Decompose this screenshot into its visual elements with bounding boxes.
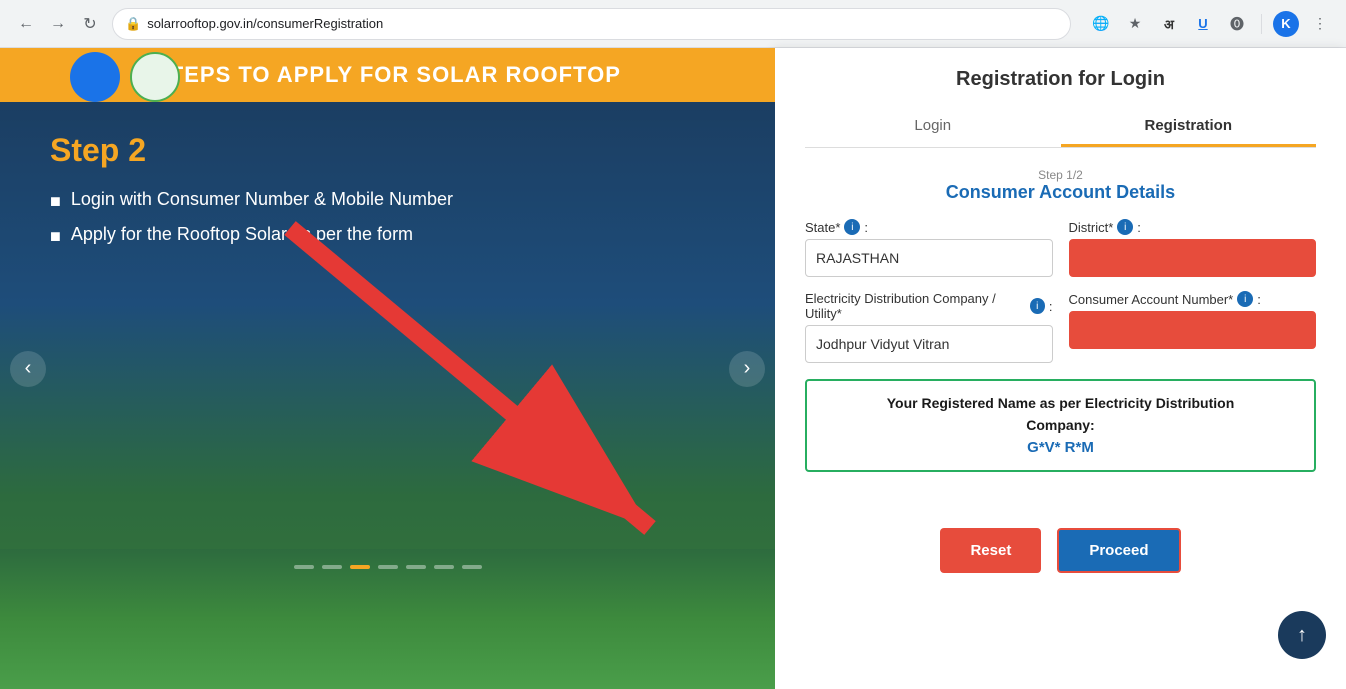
logo-1 [10,52,60,102]
step-title: Step 2 [50,132,725,169]
district-input[interactable] [1069,239,1317,277]
bookmark-icon[interactable]: ★ [1121,10,1149,38]
dot-3[interactable] [350,565,370,569]
profile-avatar: K [1273,11,1299,37]
bullet-1: ■ [50,191,61,212]
info-box-line2-text: Company: [1026,417,1094,433]
state-info-icon[interactable]: i [844,219,860,235]
info-box-line1-text: Your Registered Name as per Electricity … [887,395,1235,411]
translate-icon[interactable]: 🌐 [1087,10,1115,38]
reload-button[interactable]: ↻ [76,10,104,38]
electricity-label-text: Electricity Distribution Company / Utili… [805,291,1026,321]
bullet-2: ■ [50,226,61,247]
step-content: Step 2 ■ Login with Consumer Number & Mo… [0,102,775,289]
info-box-line2: Company: [821,417,1300,433]
state-label: State* i : [805,219,1053,235]
state-label-text: State* [805,220,840,235]
right-panel: Registration for Login Login Registratio… [775,48,1346,689]
state-field-group: State* i : [805,219,1053,277]
button-row: Reset Proceed [775,518,1346,593]
logo-2 [70,52,120,102]
tab-login-label: Login [914,117,951,134]
profile-picture-icon[interactable]: K [1272,10,1300,38]
electricity-label: Electricity Distribution Company / Utili… [805,291,1053,321]
chevron-right-icon: › [744,357,751,380]
form-container: Registration for Login Login Registratio… [775,48,1346,518]
back-button[interactable]: ← [12,10,40,38]
hindi-text-icon: अ [1155,10,1183,38]
more-options-icon[interactable]: ⋮ [1306,10,1334,38]
district-label-text: District* [1069,220,1114,235]
extensions-icon[interactable]: ⓿ [1223,10,1251,38]
electricity-input[interactable] [805,325,1053,363]
step-item-1: ■ Login with Consumer Number & Mobile Nu… [50,189,725,212]
dot-6[interactable] [434,565,454,569]
steps-header-text: STEPS TO APPLY FOR SOLAR ROOFTOP [154,62,621,87]
state-colon: : [864,220,868,235]
electricity-info-icon[interactable]: i [1030,298,1045,314]
consumer-account-label-text: Consumer Account Number* [1069,292,1234,307]
tab-registration[interactable]: Registration [1061,107,1317,147]
info-box: Your Registered Name as per Electricity … [805,379,1316,472]
forward-button[interactable]: → [44,10,72,38]
tabs: Login Registration [805,107,1316,148]
proceed-button[interactable]: Proceed [1057,528,1180,573]
consumer-account-colon: : [1257,292,1261,307]
scroll-top-button[interactable]: ↑ [1278,611,1326,659]
top-logos [0,48,190,106]
browser-icons: 🌐 ★ अ U ⓿ K ⋮ [1087,10,1334,38]
url-input[interactable] [147,16,1058,31]
reset-button[interactable]: Reset [940,528,1041,573]
dot-7[interactable] [462,565,482,569]
district-field-group: District* i : [1069,219,1317,277]
divider [1261,14,1262,34]
step-item-1-text: Login with Consumer Number & Mobile Numb… [71,189,453,210]
electricity-field-group: Electricity Distribution Company / Utili… [805,291,1053,363]
chevron-left-icon: ‹ [25,357,32,380]
district-colon: : [1137,220,1141,235]
carousel-next-button[interactable]: › [729,351,765,387]
tab-login[interactable]: Login [805,107,1061,147]
step-num: Step 1/2 [805,168,1316,182]
dot-5[interactable] [406,565,426,569]
step-label: Consumer Account Details [805,182,1316,203]
electricity-consumer-row: Electricity Distribution Company / Utili… [805,291,1316,363]
left-panel: STEPS TO APPLY FOR SOLAR ROOFTOP Step 2 … [0,48,775,689]
carousel-prev-button[interactable]: ‹ [10,351,46,387]
state-input[interactable] [805,239,1053,277]
consumer-account-label: Consumer Account Number* i : [1069,291,1317,307]
consumer-account-info-icon[interactable]: i [1237,291,1253,307]
nav-buttons: ← → ↻ [12,10,104,38]
grass-area [0,549,775,689]
district-info-icon[interactable]: i [1117,219,1133,235]
dot-2[interactable] [322,565,342,569]
district-label: District* i : [1069,219,1317,235]
step-item-2-text: Apply for the Rooftop Solar as per the f… [71,224,413,245]
info-box-line1: Your Registered Name as per Electricity … [821,395,1300,411]
main-area: STEPS TO APPLY FOR SOLAR ROOFTOP Step 2 … [0,48,1346,689]
info-box-value: G*V* R*M [821,439,1300,456]
dot-1[interactable] [294,565,314,569]
electricity-colon: : [1049,299,1053,314]
step-item-2: ■ Apply for the Rooftop Solar as per the… [50,224,725,247]
consumer-account-input[interactable] [1069,311,1317,349]
browser-chrome: ← → ↻ 🔒 🌐 ★ अ U ⓿ K ⋮ [0,0,1346,48]
dot-4[interactable] [378,565,398,569]
logo-3 [130,52,180,102]
state-district-row: State* i : District* i : [805,219,1316,277]
form-title: Registration for Login [805,68,1316,91]
lock-icon: 🔒 [125,16,141,32]
underline-icon: U [1189,10,1217,38]
carousel-dots [294,565,482,569]
tab-registration-label: Registration [1144,117,1232,134]
consumer-account-field-group: Consumer Account Number* i : [1069,291,1317,363]
address-bar[interactable]: 🔒 [112,8,1071,40]
step-indicator: Step 1/2 Consumer Account Details [805,168,1316,203]
up-arrow-icon: ↑ [1297,624,1307,647]
